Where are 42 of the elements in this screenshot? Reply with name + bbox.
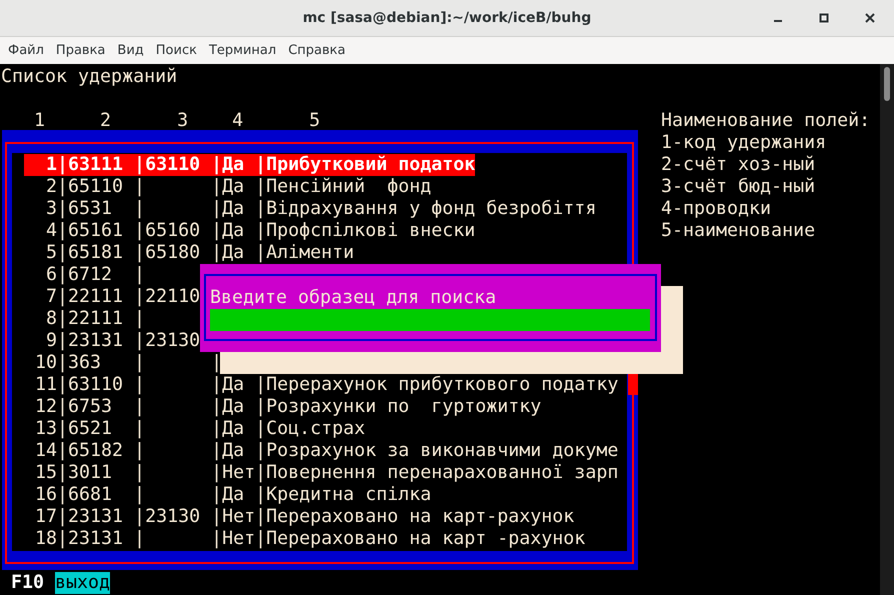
menu-item[interactable]: Вид [111,43,150,58]
key-label: F10 [11,572,44,594]
search-field[interactable] [210,309,650,331]
window-title: mc [sasa@debian]:~/work/iceB/buhg [302,10,592,26]
legend-text: 4-проводки [661,198,772,220]
list-row[interactable]: 17|23131 |23130 |Нет|Перераховано на карт-рахунок [24,506,574,528]
list-row[interactable]: 4|65161 |65160 |Да |Профспілкові внески [24,220,476,242]
list-row[interactable]: 12|6753 | |Да |Розрахунки по гуртожитку [24,396,542,418]
close-icon [865,13,875,23]
list-row[interactable]: 7|22111 |22110 [24,286,200,308]
menu-item[interactable]: Файл [2,43,50,58]
legend-text: 3-счёт бюд-ный [661,176,816,198]
column-numbers: 1 2 3 4 5 [33,110,320,132]
list-row[interactable]: 11|63110 | |Да |Перерахунок прибуткового податку [24,374,618,396]
list-row[interactable]: 2|65110 | |Да |Пенсійний фонд [24,176,432,198]
scrollbar[interactable] [880,64,894,595]
list-row[interactable]: 13|6521 | |Да |Соц.страх [24,418,366,440]
legend-text: Наименование полей: [661,110,870,132]
list-row[interactable]: 18|23131 | |Нет|Перераховано на карт -рахунок [24,528,586,550]
menu-item[interactable]: Правка [50,43,112,58]
list-row[interactable]: 9|23131 |23130 [24,330,200,352]
list-row[interactable]: 3|6531 | |Да |Відрахування у фонд безробіття [24,198,596,220]
maximize-icon [819,13,829,23]
exit-label[interactable]: выход [55,572,110,594]
list-row[interactable]: 6|6712 | [24,264,146,286]
legend-text: 2-счёт хоз-ный [661,154,816,176]
menu-item[interactable]: Терминал [202,43,282,58]
menu-item[interactable]: Поиск [150,43,203,58]
screen-title: Список удержаний [1,66,178,88]
dialog-prompt: Введите образец для поиска [210,287,496,309]
minimize-icon [774,20,782,22]
list-row[interactable]: 15|3011 | |Нет|Повернення перенарахованної зарп [24,462,618,484]
list-row[interactable]: 10|363 | | [24,352,222,374]
list-row[interactable]: 14|65182 | |Да |Розрахунок за виконавчими докуме [24,440,618,462]
list-row[interactable]: 5|65181 |65180 |Да |Аліменти [24,242,354,264]
list-row[interactable]: 16|6681 | |Да |Кредитна спілка [24,484,432,506]
menu-item[interactable]: Справка [282,43,352,58]
list-row[interactable]: 1|63111 |63110 |Да |Прибутковий податок [24,154,476,176]
legend-text: 5-наименование [661,220,816,242]
scrollbar-thumb[interactable] [884,67,890,101]
legend-text: 1-код удержания [661,132,826,154]
list-row[interactable]: 8|22111 | [24,308,146,330]
